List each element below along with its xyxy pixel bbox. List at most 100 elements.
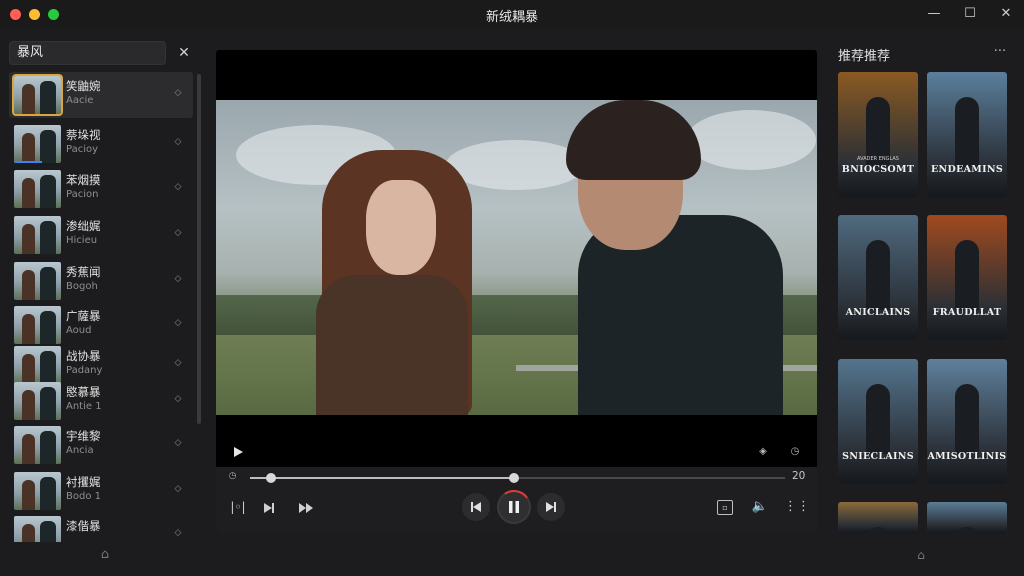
speed-icon[interactable]: ◷ [226,470,239,483]
volume-icon[interactable]: 🔈 [751,499,769,515]
playlist-item-subtitle: Bodo 1 [66,491,101,502]
item-marker-icon[interactable]: ◇ [171,482,185,496]
item-marker-icon[interactable]: ◇ [171,180,185,194]
loop-start-handle[interactable] [266,473,277,483]
home-icon[interactable]: ⌂ [912,548,930,564]
skip-forward-icon [546,502,556,512]
sidebar: 暴风 ✕ 笑鼬婉 Aacie ◇ 萘垛视 Pacioy ◇ 苯烟摸 Pacion ◇ 渗绌娓 Hic… [0,28,206,576]
recommend-poster[interactable] [927,502,1007,533]
playlist-item[interactable]: 笑鼬婉 Aacie ◇ [9,72,193,118]
man-hair [566,100,701,180]
title-bar: 新绒耦暴 — ☐ ✕ [0,0,1024,28]
playlist-item[interactable]: 渗绌娓 Hicieu ◇ [9,212,193,258]
recommend-poster[interactable]: FRAUDLLAT [927,215,1007,340]
skip-back-icon [471,502,481,512]
playlist-item[interactable]: 愍慕暴 Antie 1 ◇ [9,378,193,424]
video-player[interactable]: ◈ ◷ ◷ 20 |◦| ▫ 🔈 ⋮⋮ [216,50,817,532]
playlist-item-subtitle: Antie 1 [66,401,102,412]
recommend-poster[interactable]: AMISOTLINIS [927,359,1007,484]
sidebar-scrollbar[interactable] [197,74,201,424]
next-frame-icon[interactable] [262,501,276,515]
playlist-item-title: 漆偕暴 [66,519,101,533]
poster-figure [955,384,979,454]
poster-tagline: AVADER ENGLAS [857,156,899,162]
item-marker-icon[interactable]: ◇ [171,526,185,540]
recommend-more-icon[interactable]: ··· [990,44,1010,62]
progress-fill [250,477,515,479]
poster-figure [866,384,890,454]
poster-title: BNIOCSOMT [841,164,915,175]
playlist-item-title: 笑鼬婉 [66,79,101,93]
item-marker-icon[interactable]: ◇ [171,272,185,286]
subtitle-icon[interactable]: ◈ [756,445,770,459]
playlist-item-subtitle: Aacie [66,95,94,106]
playlist-item-title: 宇维黎 [66,429,101,443]
playlist-item[interactable]: 秀蕉闻 Bogoh ◇ [9,258,193,304]
playlist-item[interactable]: 衬攫娓 Bodo 1 ◇ [9,468,193,514]
playlist-item-subtitle: Bogoh [66,281,98,292]
recommend-poster[interactable]: AVADER ENGLAS BNIOCSOMT [838,72,918,197]
play-icon[interactable] [232,446,244,458]
recommend-poster[interactable]: ANICLAINS [838,215,918,340]
control-bar: ◷ 20 |◦| ▫ 🔈 ⋮⋮ [216,467,817,532]
playlist-item-subtitle: Padany [66,365,103,376]
cloud [686,110,816,170]
poster-figure [955,240,979,310]
item-marker-icon[interactable]: ◇ [171,226,185,240]
playlist-item-subtitle: Pacioy [66,144,99,155]
item-marker-icon[interactable]: ◇ [171,356,185,370]
item-marker-icon[interactable]: ◇ [171,436,185,450]
playhead-handle[interactable] [509,473,520,483]
recommend-poster[interactable] [838,502,918,533]
previous-button[interactable] [462,493,490,521]
close-icon[interactable]: ✕ [993,4,1019,24]
playlist-item-title: 萘垛视 [66,128,101,142]
pause-icon [509,501,519,513]
watch-progress-bar [14,161,43,163]
recommend-poster[interactable]: ENDEAMINS [927,72,1007,197]
playlist-item-subtitle: Hicieu [66,235,98,246]
video-thumbnail [14,426,61,464]
playlist-item-title: 广薩暴 [66,309,101,323]
minimize-icon[interactable]: — [921,4,947,24]
clear-search-icon[interactable]: ✕ [175,44,193,62]
more-options-icon[interactable]: ⋮⋮ [784,498,810,516]
poster-figure [866,240,890,310]
recommend-title: 推荐推荐 [838,49,891,64]
timer-icon[interactable]: ◷ [788,445,802,459]
playlist-item[interactable]: 萘垛视 Pacioy ◇ [9,121,193,167]
woman-face [366,180,436,275]
item-marker-icon[interactable]: ◇ [171,316,185,330]
pip-icon[interactable]: ▫ [717,500,733,515]
next-button[interactable] [537,493,565,521]
playlist-item[interactable]: 宇维黎 Ancia ◇ [9,422,193,468]
fast-forward-icon[interactable] [298,502,314,514]
video-frame[interactable] [216,100,817,415]
poster-figure [866,527,890,533]
window-title: 新绒耦暴 [485,10,538,25]
playlist-item-title: 战协暴 [66,349,101,363]
playlist-item[interactable]: 苯烟摸 Pacion ◇ [9,166,193,212]
gift-icon[interactable]: ⌂ [96,547,114,563]
time-end: 20 [792,470,806,482]
playlist-item[interactable]: 漆偕暴 ◇ [9,512,193,542]
pause-button[interactable] [494,487,534,527]
item-marker-icon[interactable]: ◇ [171,86,185,100]
video-thumbnail [14,125,61,163]
video-thumbnail [14,216,61,254]
search-input[interactable]: 暴风 [9,41,166,65]
item-marker-icon[interactable]: ◇ [171,135,185,149]
playlist-item-title: 渗绌娓 [66,219,101,233]
recommend-poster[interactable]: SNIECLAINS [838,359,918,484]
maximize-icon[interactable]: ☐ [957,4,983,24]
video-thumbnail [14,170,61,208]
playlist-item-title: 苯烟摸 [66,173,101,187]
frame-step-icon[interactable]: |◦| [230,500,246,516]
poster-title: AMISOTLINIS [927,451,1007,462]
playlist-item-title: 愍慕暴 [66,385,101,399]
video-thumbnail [12,74,63,116]
cloud [446,140,586,190]
playlist-item-title: 衬攫娓 [66,475,101,489]
video-thumbnail [14,262,61,300]
item-marker-icon[interactable]: ◇ [171,392,185,406]
